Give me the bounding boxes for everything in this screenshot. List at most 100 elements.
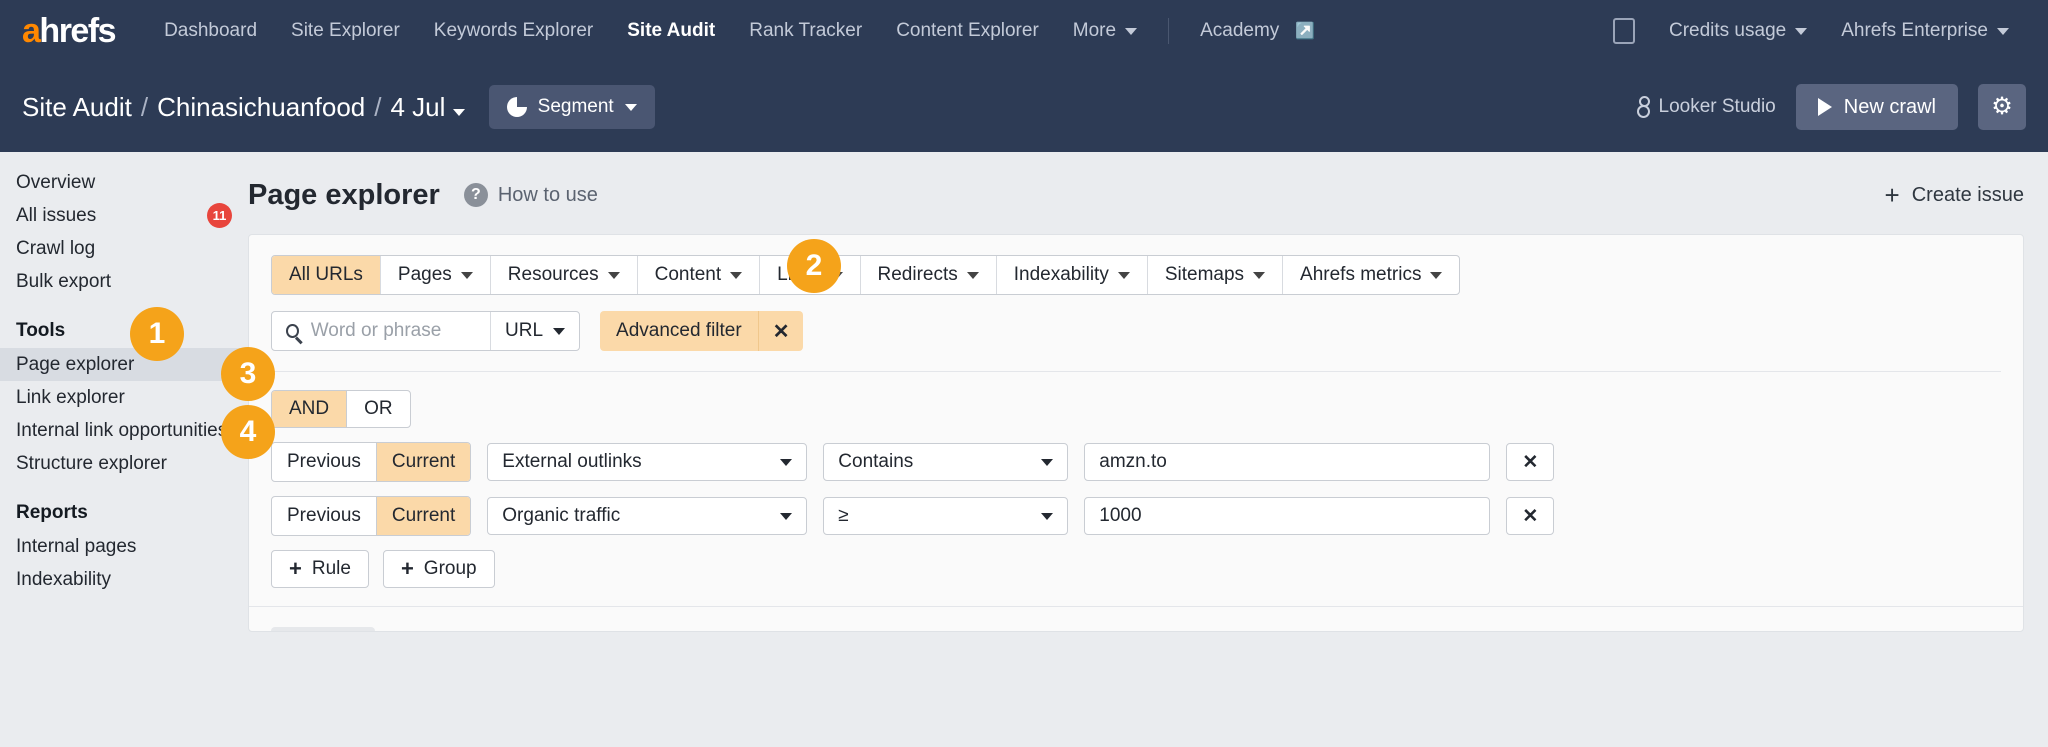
tab-sitemaps[interactable]: Sitemaps [1148,256,1283,294]
tab-pages[interactable]: Pages [381,256,491,294]
sidebar-item-label: Overview [16,172,95,194]
chevron-down-icon [1118,272,1130,279]
page-body: Overview All issues11 Crawl log Bulk exp… [0,152,2048,747]
sidebar-item-link-explorer[interactable]: Link explorer [0,381,248,414]
sidebar-item-label: Structure explorer [16,453,167,475]
rule-2-remove-button[interactable]: ✕ [1506,497,1554,535]
rule-2-operator-select[interactable]: ≥ [823,497,1068,535]
settings-button[interactable]: ⚙ [1978,84,2026,130]
sidebar-item-label: Crawl log [16,238,95,260]
search-input[interactable] [311,320,476,342]
tab-all-urls[interactable]: All URLs [272,256,381,294]
segment-button[interactable]: Segment [489,85,655,129]
rule-1-remove-button[interactable]: ✕ [1506,443,1554,481]
sidebar-item-bulk-export[interactable]: Bulk export [0,265,248,298]
sidebar-item-all-issues[interactable]: All issues11 [0,199,248,232]
how-to-use-label: How to use [498,184,598,207]
tab-indexability[interactable]: Indexability [997,256,1148,294]
tab-ahrefs-metrics[interactable]: Ahrefs metrics [1283,256,1459,294]
rule-2-previous-button[interactable]: Previous [272,497,377,535]
rule-2-operator-value: ≥ [838,505,848,527]
rule-2-field-select[interactable]: Organic traffic [487,497,807,535]
rule-1-operator-value: Contains [838,451,913,473]
add-group-label: Group [424,558,477,580]
sidebar-item-crawl-log[interactable]: Crawl log [0,232,248,265]
plus-icon: + [289,558,302,580]
tab-label: Pages [398,264,452,286]
rule-2-value-input[interactable]: 1000 [1084,497,1490,535]
plus-icon: + [401,558,414,580]
advanced-filter-chip[interactable]: Advanced filter ✕ [600,311,803,351]
sidebar-item-page-explorer[interactable]: Page explorer [0,348,248,381]
filter-panel-inner: All URLs Pages Resources Content Links R… [249,235,2023,588]
nav-item-rank-tracker[interactable]: Rank Tracker [732,20,879,42]
rule-2-field-value: Organic traffic [502,505,620,527]
rule-1-field-select[interactable]: External outlinks [487,443,807,481]
tab-redirects[interactable]: Redirects [861,256,997,294]
top-nav-right-group: Credits usage Ahrefs Enterprise [1596,18,2026,44]
tab-resources[interactable]: Resources [491,256,638,294]
sidebar-item-structure-explorer[interactable]: Structure explorer [0,447,248,480]
logic-and-button[interactable]: AND [272,391,347,427]
add-rule-label: Rule [312,558,351,580]
chevron-down-icon [967,272,979,279]
breadcrumb-date[interactable]: 4 Jul [390,92,445,122]
search-scope-select[interactable]: URL [490,312,579,350]
nav-item-dashboard[interactable]: Dashboard [147,20,274,42]
nav-item-content-explorer[interactable]: Content Explorer [879,20,1056,42]
logic-or-button[interactable]: OR [347,391,410,427]
create-issue-button[interactable]: +Create issue [1885,182,2024,208]
add-group-button[interactable]: + Group [383,550,495,588]
callout-badge-1: 1 [130,307,184,361]
account-menu[interactable]: Ahrefs Enterprise [1824,20,2026,42]
callout-number: 4 [240,415,257,449]
nav-item-site-explorer[interactable]: Site Explorer [274,20,417,42]
breadcrumb-project[interactable]: Chinasichuanfood [157,92,365,122]
ahrefs-logo[interactable]: ahrefs [22,12,115,51]
breadcrumb-bar: Site Audit/Chinasichuanfood/4 Jul Segmen… [0,62,2048,152]
chevron-down-icon [1430,272,1442,279]
add-rule-button[interactable]: + Rule [271,550,369,588]
callout-badge-4: 4 [221,405,275,459]
how-to-use-link[interactable]: ?How to use [464,183,598,207]
chevron-down-icon [461,272,473,279]
rule-1-value-input[interactable]: amzn.to [1084,443,1490,481]
rule-1-operator-select[interactable]: Contains [823,443,1068,481]
nav-item-keywords-explorer[interactable]: Keywords Explorer [417,20,610,42]
chevron-down-icon[interactable] [453,109,465,116]
sidebar-item-overview[interactable]: Overview [0,166,248,199]
credits-usage-label: Credits usage [1669,20,1786,42]
breadcrumb: Site Audit/Chinasichuanfood/4 Jul [22,92,465,123]
nav-item-more[interactable]: More [1056,20,1154,42]
tab-label: All URLs [289,264,363,286]
logo-letter-a: a [22,12,39,51]
page-title: Page explorer [248,179,440,212]
segment-label: Segment [538,96,614,118]
screen-toggle-button[interactable] [1596,18,1652,44]
nav-item-site-audit[interactable]: Site Audit [610,20,732,42]
rule-1-current-button[interactable]: Current [377,443,470,481]
filter-tab-bar: All URLs Pages Resources Content Links R… [271,255,1460,295]
breadcrumb-site-audit[interactable]: Site Audit [22,92,132,122]
looker-studio-button[interactable]: Looker Studio [1636,96,1776,118]
nav-item-academy-label: Academy [1200,20,1279,42]
rule-1-previous-button[interactable]: Previous [272,443,377,481]
pie-chart-icon [507,97,527,117]
apply-button[interactable]: Apply [271,627,375,632]
callout-number: 1 [149,317,166,351]
sidebar-item-internal-pages[interactable]: Internal pages [0,530,248,563]
sidebar-item-label: Link explorer [16,387,125,409]
credits-usage-menu[interactable]: Credits usage [1652,20,1824,42]
rule-2-current-button[interactable]: Current [377,497,470,535]
tab-content[interactable]: Content [638,256,761,294]
gear-icon: ⚙ [1991,95,2013,119]
nav-item-academy[interactable]: Academy ↗️ [1183,20,1332,42]
new-crawl-button[interactable]: New crawl [1796,84,1958,130]
sidebar-item-indexability[interactable]: Indexability [0,563,248,596]
external-link-icon: ↗️ [1295,21,1315,41]
sidebar-item-internal-link-opportunities[interactable]: Internal link opportunities [0,414,248,447]
breadcrumb-separator-2: / [374,92,381,122]
advanced-filter-clear-icon[interactable]: ✕ [758,311,804,351]
sidebar-item-label: Internal link opportunities [16,420,227,442]
chevron-down-icon [625,104,637,111]
